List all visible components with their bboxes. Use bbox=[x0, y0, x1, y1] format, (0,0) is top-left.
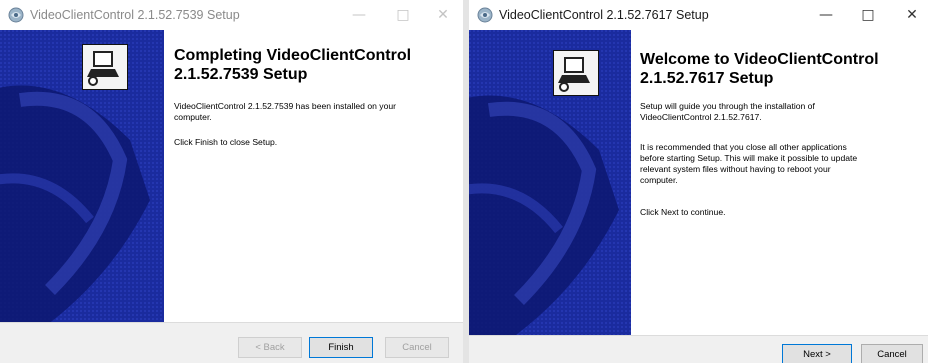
close-apps-recommendation: It is recommended that you close all oth… bbox=[640, 142, 925, 186]
maximize-button[interactable]: □ bbox=[849, 0, 887, 30]
page-heading: Completing VideoClientControl 2.1.52.753… bbox=[174, 46, 444, 84]
next-button[interactable]: Next > bbox=[782, 344, 852, 363]
heading-line-2: 2.1.52.7539 Setup bbox=[174, 66, 308, 83]
heading-line-1: Completing VideoClientControl bbox=[174, 47, 412, 64]
minimize-button[interactable]: — bbox=[807, 0, 845, 30]
close-button[interactable]: ✕ bbox=[893, 0, 928, 30]
message-line-2: computer. bbox=[174, 112, 212, 122]
next-instruction: Click Next to continue. bbox=[640, 207, 726, 217]
wizard-sidebar-image bbox=[0, 30, 164, 322]
finish-button[interactable]: Finish bbox=[309, 337, 373, 358]
page-heading: Welcome to VideoClientControl 2.1.52.761… bbox=[640, 50, 910, 88]
maximize-button[interactable]: □ bbox=[384, 0, 422, 30]
title-bar[interactable]: VideoClientControl 2.1.52.7539 Setup — □… bbox=[0, 0, 463, 30]
installer-app-icon bbox=[8, 7, 24, 23]
setup-window-welcome: VideoClientControl 2.1.52.7617 Setup — □… bbox=[469, 0, 928, 363]
setup-window-completing: VideoClientControl 2.1.52.7539 Setup — □… bbox=[0, 0, 463, 363]
title-bar[interactable]: VideoClientControl 2.1.52.7617 Setup — □… bbox=[469, 0, 928, 30]
minimize-button[interactable]: — bbox=[340, 0, 378, 30]
install-complete-message: VideoClientControl 2.1.52.7539 has been … bbox=[174, 101, 454, 123]
sidebar-pattern bbox=[469, 30, 631, 335]
finish-instruction: Click Finish to close Setup. bbox=[174, 137, 278, 147]
cancel-button[interactable]: Cancel bbox=[861, 344, 923, 363]
installer-computer-icon bbox=[82, 44, 128, 90]
installer-computer-icon bbox=[553, 50, 599, 96]
button-bar: < Back Finish Cancel bbox=[0, 322, 463, 363]
window-title: VideoClientControl 2.1.52.7617 Setup bbox=[499, 8, 709, 22]
setup-guide-message: Setup will guide you through the install… bbox=[640, 101, 920, 123]
recommendation-line-1: It is recommended that you close all oth… bbox=[640, 142, 847, 152]
close-button[interactable]: ✕ bbox=[424, 0, 462, 30]
heading-line-2: 2.1.52.7617 Setup bbox=[640, 70, 774, 87]
recommendation-line-2: before starting Setup. This will make it… bbox=[640, 153, 858, 163]
wizard-sidebar-image bbox=[469, 30, 631, 335]
back-button[interactable]: < Back bbox=[238, 337, 302, 358]
heading-line-1: Welcome to VideoClientControl bbox=[640, 51, 879, 68]
recommendation-line-3: relevant system files without having to … bbox=[640, 164, 831, 174]
message-line-1: Setup will guide you through the install… bbox=[640, 101, 815, 111]
cancel-button[interactable]: Cancel bbox=[385, 337, 449, 358]
window-title: VideoClientControl 2.1.52.7539 Setup bbox=[30, 8, 240, 22]
installer-app-icon bbox=[477, 7, 493, 23]
button-bar: Next > Cancel bbox=[469, 335, 928, 363]
recommendation-line-4: computer. bbox=[640, 175, 678, 185]
message-line-2: VideoClientControl 2.1.52.7617. bbox=[640, 112, 762, 122]
message-line-1: VideoClientControl 2.1.52.7539 has been … bbox=[174, 101, 397, 111]
